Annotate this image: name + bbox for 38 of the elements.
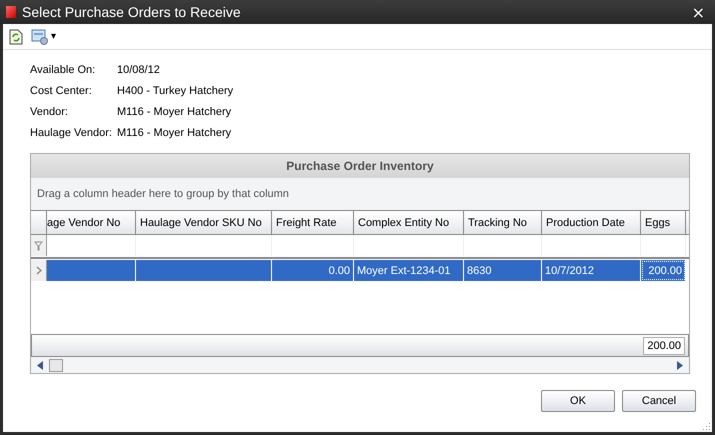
group-hint: Drag a column header here to group by that column xyxy=(37,188,289,200)
scroll-right-icon[interactable] xyxy=(677,360,683,370)
refresh-icon[interactable] xyxy=(9,28,23,44)
horizontal-scrollbar[interactable] xyxy=(31,357,689,373)
grid-title: Purchase Order Inventory xyxy=(31,154,689,178)
field-value: M116 - Moyer Hatchery xyxy=(117,106,232,118)
total-value: 200.00 xyxy=(643,336,685,354)
column-header[interactable]: Freight Rate xyxy=(272,211,354,234)
column-header[interactable]: Complex Entity No xyxy=(354,211,464,234)
data-row[interactable]: 0.00 Moyer Ext-1234-01 8630 10/7/2012 200.00 xyxy=(31,260,689,281)
table-cell: 10/7/2012 xyxy=(542,260,641,281)
table-cell: 0.00 xyxy=(272,260,354,281)
column-header[interactable]: age Vendor No xyxy=(47,211,136,234)
cancel-button[interactable]: Cancel xyxy=(622,390,696,412)
column-header[interactable]: Haulage Vendor SKU No xyxy=(136,211,272,234)
field-value: 10/08/12 xyxy=(117,64,161,76)
column-header[interactable]: Tracking No xyxy=(464,211,542,234)
field-value: H400 - Turkey Hatchery xyxy=(117,85,234,97)
layout-icon[interactable] xyxy=(31,28,49,44)
field-label: Cost Center: xyxy=(30,85,93,97)
app-icon xyxy=(6,6,16,18)
column-header[interactable]: Production Date xyxy=(542,211,641,234)
filter-icon[interactable] xyxy=(34,240,43,250)
field-label: Haulage Vendor: xyxy=(30,127,113,139)
scroll-thumb[interactable] xyxy=(49,358,63,372)
close-button[interactable]: × xyxy=(688,2,709,22)
ok-button[interactable]: OK xyxy=(541,390,615,412)
column-header[interactable]: Eggs xyxy=(641,211,686,234)
table-cell: Moyer Ext-1234-01 xyxy=(354,260,464,281)
scroll-left-icon[interactable] xyxy=(37,360,43,370)
field-value: M116 - Moyer Hatchery xyxy=(117,127,232,139)
table-cell: 8630 xyxy=(464,260,542,281)
dropdown-button[interactable]: ▾ xyxy=(51,31,56,42)
row-pointer-icon xyxy=(36,266,42,275)
field-label: Available On: xyxy=(30,64,96,76)
table-cell: 200.00 xyxy=(641,260,686,281)
field-label: Vendor: xyxy=(30,106,69,118)
window-title: Select Purchase Orders to Receive xyxy=(22,4,242,20)
